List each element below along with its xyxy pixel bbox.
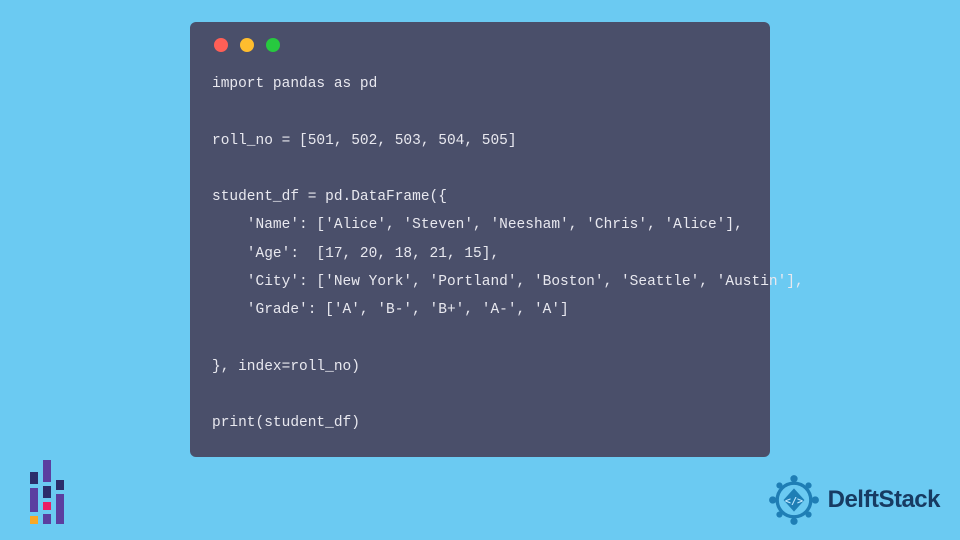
minimize-icon bbox=[240, 38, 254, 52]
brand-logo: </> DelftStack bbox=[766, 472, 940, 528]
code-block: import pandas as pd roll_no = [501, 502,… bbox=[212, 70, 748, 437]
logo-bars-icon bbox=[30, 460, 64, 524]
traffic-lights bbox=[214, 38, 748, 52]
close-icon bbox=[214, 38, 228, 52]
maximize-icon bbox=[266, 38, 280, 52]
brand-name: DelftStack bbox=[828, 486, 940, 514]
code-window: import pandas as pd roll_no = [501, 502,… bbox=[190, 22, 770, 457]
gear-badge-icon: </> bbox=[766, 472, 822, 528]
svg-text:</>: </> bbox=[785, 496, 803, 507]
